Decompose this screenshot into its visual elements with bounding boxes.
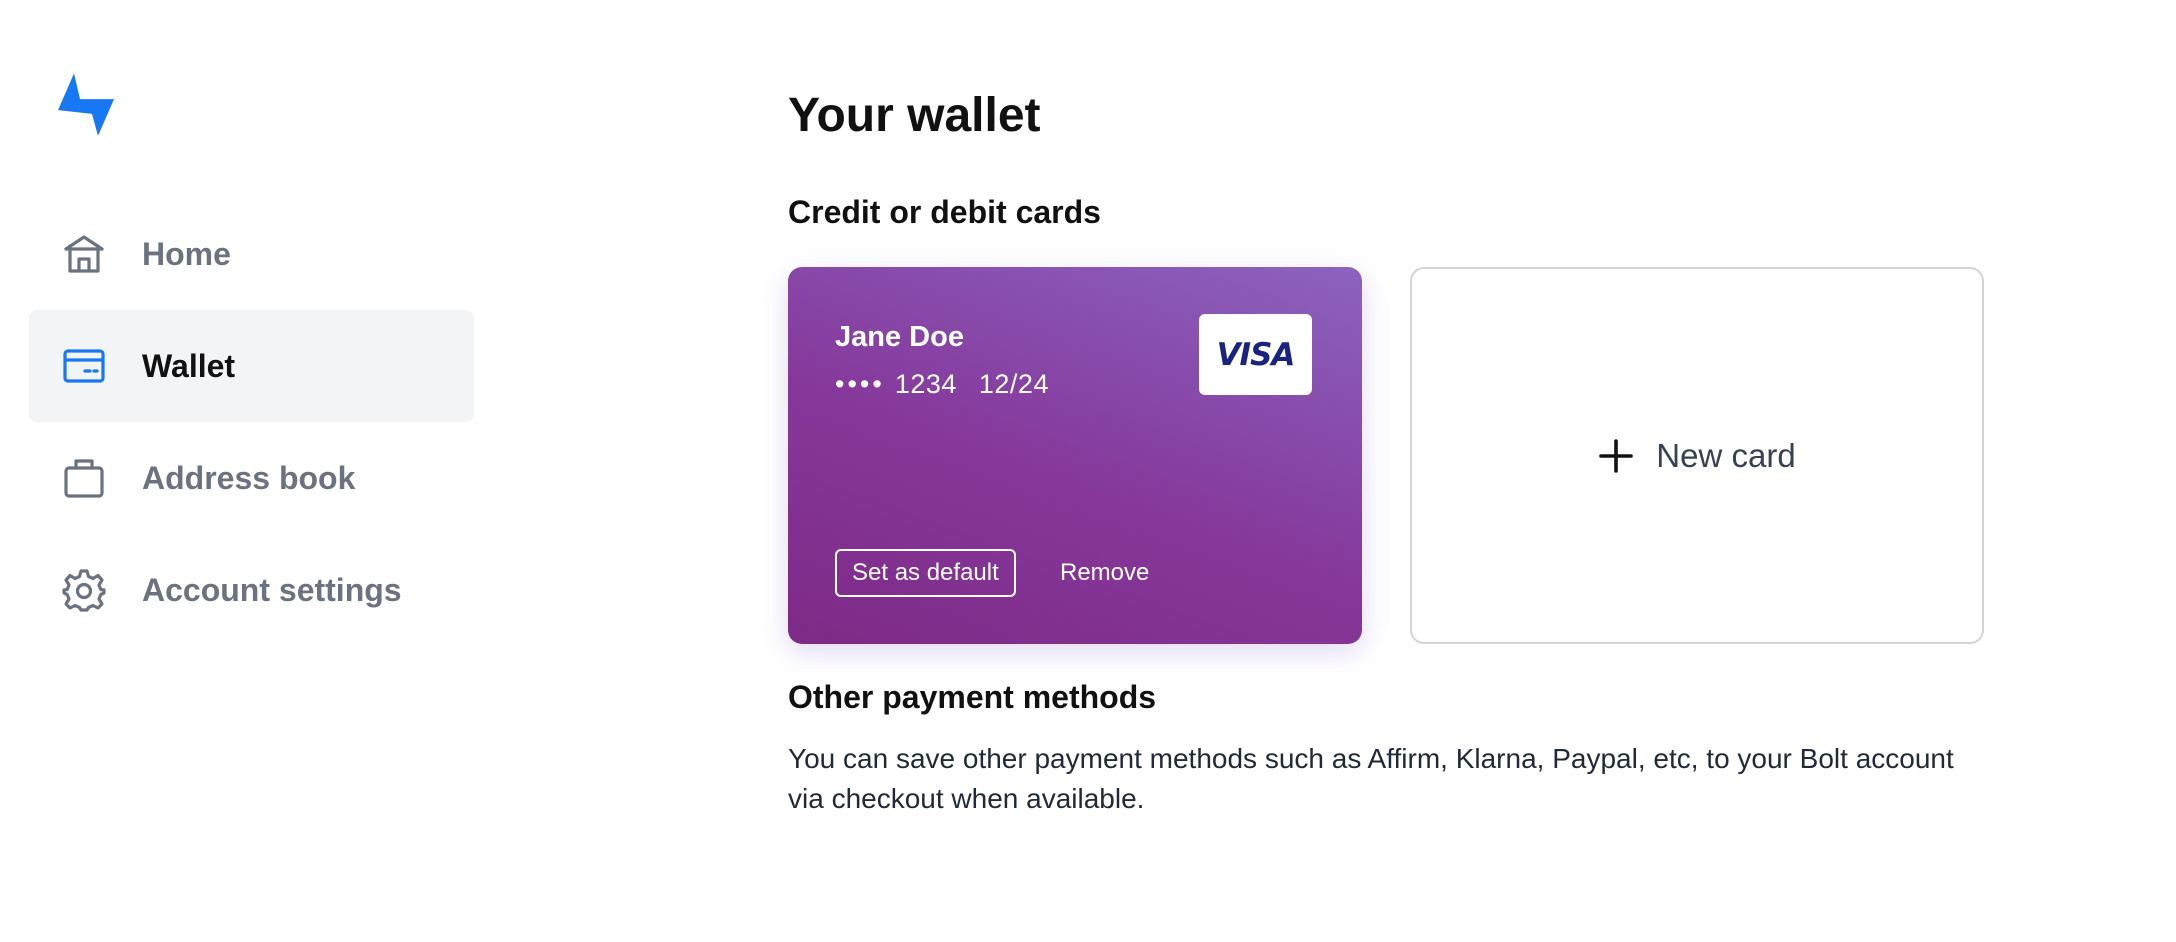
new-card-content: New card bbox=[1598, 436, 1796, 475]
credit-card-icon bbox=[62, 344, 106, 388]
remove-card-button[interactable]: Remove bbox=[1060, 549, 1149, 597]
wallet-page: Home Wallet Address book Account setting… bbox=[0, 0, 2176, 942]
credit-card[interactable]: Jane Doe •••• 1234 12/24 VISA Set as defau… bbox=[788, 267, 1362, 644]
sidebar-item-home[interactable]: Home bbox=[29, 198, 474, 310]
bolt-logo-icon[interactable] bbox=[50, 72, 120, 142]
sidebar-nav: Home Wallet Address book Account setting… bbox=[29, 198, 474, 646]
page-title: Your wallet bbox=[788, 89, 1041, 142]
plus-icon bbox=[1598, 438, 1634, 474]
new-card-label: New card bbox=[1656, 436, 1796, 474]
card-masked-digits: •••• bbox=[835, 369, 885, 399]
card-holder-name: Jane Doe bbox=[835, 321, 964, 353]
card-brand: VISA bbox=[1216, 336, 1296, 373]
sidebar-item-label: Wallet bbox=[142, 347, 236, 384]
new-card-button[interactable]: New card bbox=[1410, 267, 1984, 644]
sidebar-item-wallet[interactable]: Wallet bbox=[29, 310, 474, 422]
sidebar-item-label: Account settings bbox=[142, 571, 402, 608]
set-as-default-button[interactable]: Set as default bbox=[835, 549, 1016, 597]
card-number: •••• 1234 12/24 bbox=[835, 369, 1049, 400]
other-payment-description: You can save other payment methods such … bbox=[788, 743, 1954, 814]
card-last4: 1234 bbox=[894, 369, 957, 399]
sidebar-item-label: Home bbox=[142, 235, 231, 272]
home-icon bbox=[62, 232, 106, 276]
other-payment-heading: Other payment methods bbox=[788, 679, 1157, 715]
sidebar-item-label: Address book bbox=[142, 459, 356, 496]
sidebar-item-account-settings[interactable]: Account settings bbox=[29, 534, 474, 646]
sidebar-item-address-book[interactable]: Address book bbox=[29, 422, 474, 534]
briefcase-icon bbox=[62, 456, 106, 500]
visa-logo: VISA bbox=[1199, 314, 1312, 395]
gear-icon bbox=[62, 568, 106, 612]
cards-section-heading: Credit or debit cards bbox=[788, 194, 1101, 230]
card-expiry: 12/24 bbox=[978, 369, 1049, 399]
